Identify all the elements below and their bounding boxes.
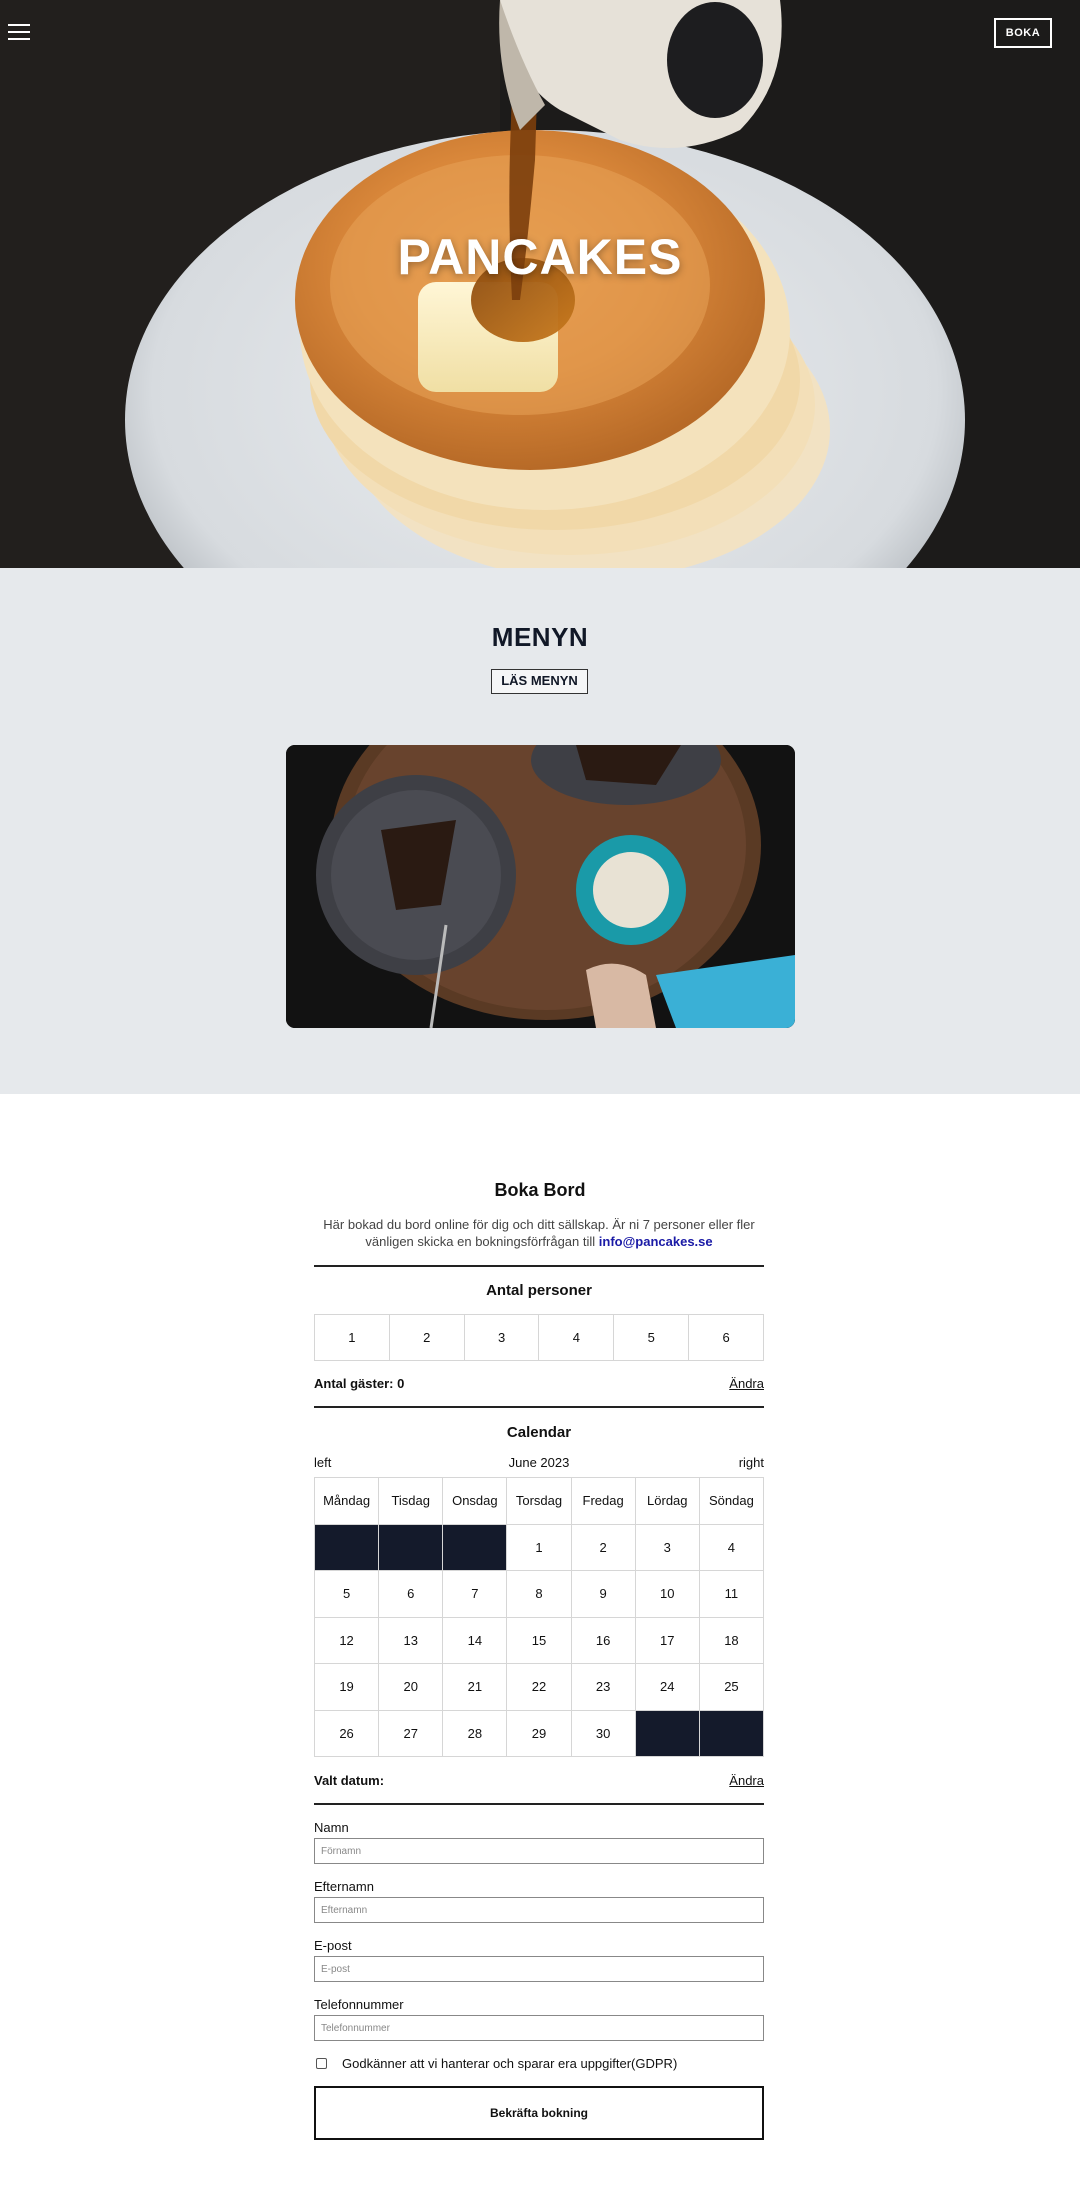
- gdpr-consent: Godkänner att vi hanterar och sparar era…: [316, 2056, 677, 2071]
- calendar-day[interactable]: 7: [443, 1571, 508, 1618]
- last-name-input[interactable]: [314, 1897, 764, 1923]
- divider: [314, 1265, 764, 1267]
- booking-description: Här bokad du bord online för dig och dit…: [314, 1216, 764, 1250]
- calendar-day[interactable]: 3: [635, 1524, 700, 1571]
- calendar-day[interactable]: 6: [379, 1571, 444, 1618]
- calendar-day[interactable]: 9: [571, 1571, 636, 1618]
- waffle-table-illustration: [286, 745, 795, 1028]
- calendar-prev-button[interactable]: left: [314, 1455, 331, 1470]
- weekday-header: Söndag: [699, 1478, 764, 1525]
- hero-section: BOKA PANCAKES: [0, 0, 1080, 568]
- email-label: E-post: [314, 1938, 352, 1953]
- change-date-link[interactable]: Ändra: [729, 1773, 764, 1788]
- calendar-empty-cell: [635, 1710, 700, 1757]
- menu-section: MENYN LÄS MENYN: [0, 568, 1080, 1094]
- calendar-empty-cell: [443, 1524, 508, 1571]
- calendar-day[interactable]: 14: [443, 1617, 508, 1664]
- calendar-day[interactable]: 18: [699, 1617, 764, 1664]
- calendar-day[interactable]: 1: [507, 1524, 572, 1571]
- phone-input[interactable]: [314, 2015, 764, 2041]
- selected-date-label: Valt datum:: [314, 1773, 385, 1788]
- divider: [314, 1406, 764, 1408]
- last-name-label: Efternamn: [314, 1879, 374, 1894]
- calendar-empty-cell: [379, 1524, 444, 1571]
- calendar-day[interactable]: 15: [507, 1617, 572, 1664]
- calendar-month: June 2023: [508, 1455, 570, 1470]
- booking-email-link[interactable]: info@pancakes.se: [599, 1234, 713, 1249]
- persons-option-6[interactable]: 6: [689, 1315, 763, 1360]
- calendar-day[interactable]: 21: [443, 1664, 508, 1711]
- calendar-empty-cell: [699, 1710, 764, 1757]
- weekday-header: Måndag: [315, 1478, 380, 1525]
- calendar-day[interactable]: 20: [379, 1664, 444, 1711]
- guests-count-label: Antal gäster: 0: [314, 1376, 405, 1391]
- calendar-day[interactable]: 8: [507, 1571, 572, 1618]
- divider: [314, 1803, 764, 1805]
- calendar-day[interactable]: 26: [315, 1710, 380, 1757]
- persons-heading: Antal personer: [486, 1282, 592, 1299]
- gdpr-checkbox[interactable]: [316, 2058, 327, 2069]
- menu-food-image: [286, 745, 795, 1028]
- first-name-label: Namn: [314, 1820, 349, 1835]
- calendar-heading: Calendar: [506, 1424, 572, 1441]
- boka-button[interactable]: BOKA: [994, 18, 1052, 48]
- persons-selector: 1 2 3 4 5 6: [314, 1314, 764, 1361]
- confirm-booking-button[interactable]: Bekräfta bokning: [314, 2086, 764, 2140]
- calendar-day[interactable]: 13: [379, 1617, 444, 1664]
- email-input[interactable]: [314, 1956, 764, 1982]
- calendar-day[interactable]: 22: [507, 1664, 572, 1711]
- calendar-day[interactable]: 19: [315, 1664, 380, 1711]
- calendar-next-button[interactable]: right: [739, 1455, 764, 1470]
- calendar-day[interactable]: 16: [571, 1617, 636, 1664]
- guests-row: Antal gäster: 0 Ändra: [314, 1376, 764, 1391]
- calendar-day[interactable]: 12: [315, 1617, 380, 1664]
- gdpr-label: Godkänner att vi hanterar och sparar era…: [342, 2056, 678, 2071]
- persons-option-1[interactable]: 1: [315, 1315, 390, 1360]
- calendar-grid: Måndag Tisdag Onsdag Torsdag Fredag Lörd…: [314, 1477, 764, 1757]
- calendar-day[interactable]: 25: [699, 1664, 764, 1711]
- phone-label: Telefonnummer: [314, 1997, 404, 2012]
- hamburger-menu-icon[interactable]: [8, 22, 32, 42]
- read-menu-button[interactable]: LÄS MENYN: [491, 669, 588, 694]
- calendar-day[interactable]: 17: [635, 1617, 700, 1664]
- persons-option-4[interactable]: 4: [539, 1315, 615, 1360]
- menu-title: MENYN: [491, 622, 589, 652]
- calendar-day[interactable]: 30: [571, 1710, 636, 1757]
- calendar-day[interactable]: 10: [635, 1571, 700, 1618]
- weekday-header: Lördag: [635, 1478, 700, 1525]
- first-name-input[interactable]: [314, 1838, 764, 1864]
- calendar-day[interactable]: 23: [571, 1664, 636, 1711]
- weekday-header: Fredag: [571, 1478, 636, 1525]
- calendar-day[interactable]: 5: [315, 1571, 380, 1618]
- calendar-day[interactable]: 2: [571, 1524, 636, 1571]
- weekday-header: Onsdag: [443, 1478, 508, 1525]
- hero-title: PANCAKES: [397, 229, 683, 285]
- weekday-header: Torsdag: [507, 1478, 572, 1525]
- calendar-day[interactable]: 27: [379, 1710, 444, 1757]
- calendar-day[interactable]: 24: [635, 1664, 700, 1711]
- selected-date-row: Valt datum: Ändra: [314, 1773, 764, 1788]
- change-guests-link[interactable]: Ändra: [729, 1376, 764, 1391]
- persons-option-5[interactable]: 5: [614, 1315, 690, 1360]
- calendar-empty-cell: [315, 1524, 380, 1571]
- calendar-day[interactable]: 29: [507, 1710, 572, 1757]
- calendar-day[interactable]: 28: [443, 1710, 508, 1757]
- calendar-day[interactable]: 11: [699, 1571, 764, 1618]
- persons-option-2[interactable]: 2: [390, 1315, 465, 1360]
- booking-title: Boka Bord: [494, 1180, 586, 1200]
- calendar-day[interactable]: 4: [699, 1524, 764, 1571]
- persons-option-3[interactable]: 3: [465, 1315, 540, 1360]
- weekday-header: Tisdag: [379, 1478, 444, 1525]
